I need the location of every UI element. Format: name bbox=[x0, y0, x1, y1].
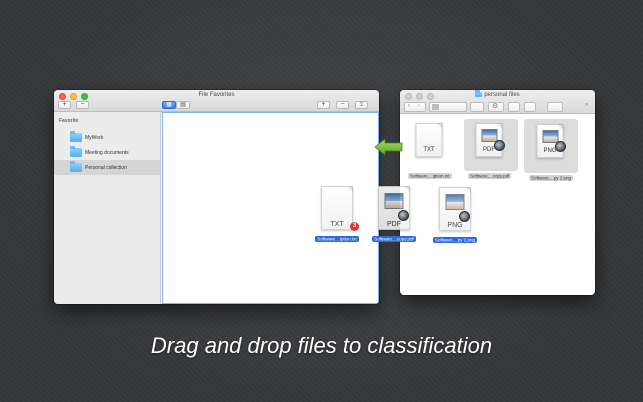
sidebar-header: Favorite bbox=[59, 118, 79, 124]
chevron-left-icon: ‹ bbox=[408, 103, 410, 109]
share-button[interactable]: ⇪ bbox=[355, 101, 368, 109]
sidebar-item-label: Personal collection bbox=[85, 164, 127, 171]
folder-icon bbox=[475, 90, 483, 97]
file-ext-label: PNG bbox=[447, 222, 463, 229]
drag-direction-arrow-icon bbox=[374, 138, 403, 156]
drag-count-badge: 3 bbox=[350, 222, 359, 231]
file-name: Software....py 2.png bbox=[432, 236, 478, 243]
file-name: Software....py 2.png bbox=[529, 174, 574, 181]
png-file-icon: PNG bbox=[439, 187, 471, 231]
search-toggle-button[interactable] bbox=[547, 102, 563, 112]
tags-button[interactable] bbox=[524, 102, 536, 112]
list-view-icon: ▤ bbox=[180, 102, 186, 108]
file-name: Software....iption.txt bbox=[408, 172, 452, 179]
sidebar-item-personal-collection[interactable]: Personal collection bbox=[54, 160, 160, 175]
sidebar: Favorite MyWork Meeting documents Person… bbox=[54, 112, 161, 304]
caption: Drag and drop files to classification bbox=[150, 333, 493, 358]
window-title: File Favorites bbox=[198, 92, 235, 98]
preview-lens-icon bbox=[494, 140, 505, 151]
sidebar-item-label: Meeting documents bbox=[85, 149, 129, 156]
file-name: Software....iption.txt bbox=[315, 235, 359, 242]
preview-thumbnail bbox=[445, 194, 465, 210]
view-mode-segment[interactable] bbox=[429, 102, 467, 112]
file-name: Software....copy.pdf bbox=[468, 172, 512, 179]
remove-file-button[interactable]: − bbox=[336, 101, 349, 109]
list-view-button[interactable]: ▤ bbox=[176, 101, 190, 109]
preview-lens-icon bbox=[459, 211, 470, 222]
file-ext-label: PDF bbox=[387, 221, 401, 228]
back-forward-button[interactable]: ‹ › bbox=[404, 102, 426, 112]
main-titlebar: File Favorites + − ▦ ▤ + − ⇪ bbox=[54, 90, 379, 112]
add-favorite-button[interactable]: + bbox=[58, 101, 71, 109]
text-file-icon: TXT bbox=[415, 123, 443, 157]
preview-thumbnail bbox=[481, 129, 497, 142]
share-icon: ⇪ bbox=[358, 102, 365, 108]
sidebar-item-label: MyWork bbox=[85, 134, 104, 141]
preview-thumbnail bbox=[384, 193, 404, 209]
folder-icon bbox=[70, 146, 82, 157]
finder-titlebar: personal files ‹ › ⚙ » bbox=[400, 90, 595, 114]
folder-icon bbox=[70, 131, 82, 142]
arrange-button[interactable] bbox=[470, 102, 484, 112]
file-name: Software....copy.pdf bbox=[372, 235, 416, 242]
folder-icon bbox=[70, 161, 82, 172]
share-button[interactable] bbox=[508, 102, 520, 112]
chevron-right-icon: › bbox=[418, 103, 420, 109]
preview-lens-icon bbox=[398, 210, 409, 221]
sidebar-item-meeting-documents[interactable]: Meeting documents bbox=[54, 145, 160, 160]
finder-title-text: personal files bbox=[484, 92, 520, 99]
preview-lens-icon bbox=[555, 141, 566, 152]
sidebar-item-mywork[interactable]: MyWork bbox=[54, 130, 160, 145]
gear-icon: ⚙ bbox=[492, 103, 499, 110]
grid-view-icon: ▦ bbox=[166, 102, 172, 108]
text-file-icon: TXT bbox=[321, 186, 353, 230]
icon-view-icon bbox=[432, 104, 439, 110]
pdf-file-icon: PDF bbox=[378, 186, 410, 230]
remove-favorite-button[interactable]: − bbox=[76, 101, 89, 109]
add-file-button[interactable]: + bbox=[317, 101, 330, 109]
finder-window: personal files ‹ › ⚙ » TXT Software....i… bbox=[400, 90, 595, 295]
finder-title: personal files bbox=[400, 90, 595, 99]
grid-view-button[interactable]: ▦ bbox=[162, 101, 176, 109]
file-ext-label: TXT bbox=[330, 221, 344, 228]
preview-thumbnail bbox=[542, 130, 558, 143]
overflow-chevron-icon[interactable]: » bbox=[585, 102, 588, 108]
action-gear-button[interactable]: ⚙ bbox=[488, 102, 504, 112]
file-ext-label: TXT bbox=[423, 147, 435, 153]
